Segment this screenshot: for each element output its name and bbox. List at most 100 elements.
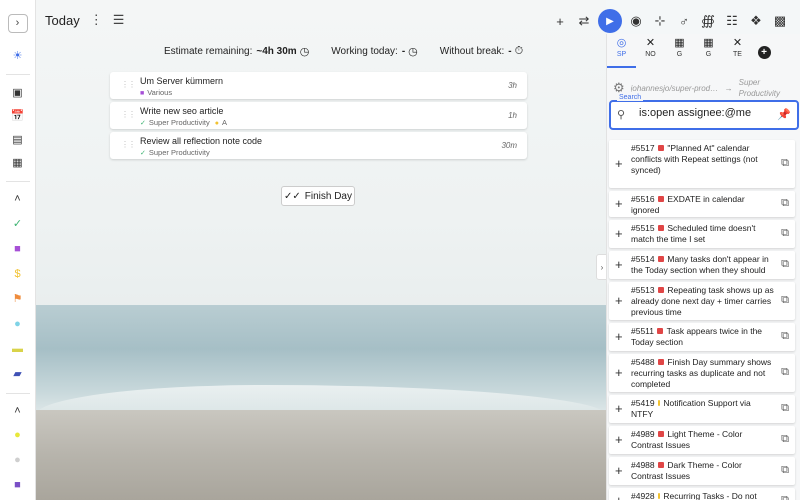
- tags-collapse-button[interactable]: ˄: [6, 402, 30, 421]
- issue-number: #5514: [631, 254, 655, 264]
- task-item[interactable]: ⋮⋮ Um Server kümmern ■ Various 3h: [110, 72, 527, 99]
- drag-handle-icon[interactable]: ⋮⋮: [121, 80, 136, 89]
- tab-provider-3[interactable]: ▦ G: [694, 36, 723, 68]
- open-external-icon[interactable]: ⧉: [781, 294, 789, 307]
- task-estimate: 30m: [501, 141, 517, 150]
- issue-item: + #5511 Task appears twice in the Today s…: [609, 323, 795, 351]
- add-issue-button[interactable]: +: [615, 329, 623, 344]
- task-tag[interactable]: ✓ Super Productivity: [140, 118, 210, 127]
- clock-icon: ◷: [299, 46, 310, 58]
- tab-provider-2[interactable]: ▦ G: [665, 36, 694, 68]
- add-issue-button[interactable]: +: [615, 226, 623, 241]
- more-vert-icon[interactable]: ⋮: [90, 12, 103, 28]
- issue-item: + #4928 Recurring Tasks - Do not ⧉: [609, 488, 795, 500]
- sidebar-item-planner[interactable]: ▤: [6, 130, 30, 149]
- add-issue-button[interactable]: +: [615, 196, 623, 211]
- sidebar-item-inbox[interactable]: ▣: [6, 83, 30, 102]
- add-issue-button[interactable]: +: [615, 432, 623, 447]
- sidebar-item-project-2[interactable]: $: [6, 264, 30, 284]
- play-icon[interactable]: ▶: [598, 9, 622, 33]
- open-external-icon[interactable]: ⧉: [781, 197, 789, 210]
- page-title: Today: [45, 12, 80, 28]
- tab-provider-label: TE: [733, 51, 742, 58]
- sidebar-item-boards[interactable]: ▦: [6, 154, 30, 173]
- sidebar-item-tag-2[interactable]: ■: [6, 475, 30, 495]
- task-tag[interactable]: ✓ Super Productivity: [140, 148, 210, 157]
- open-external-icon[interactable]: ⧉: [781, 258, 789, 271]
- sidebar-item-project-5[interactable]: ▬: [6, 339, 30, 359]
- boards-icon: ▦: [12, 157, 23, 170]
- chevron-right-icon: ›: [15, 17, 20, 30]
- tab-provider-0[interactable]: ◎ SP: [607, 36, 636, 68]
- planner-icon: ▤: [12, 133, 23, 146]
- github-icon: ◎: [616, 37, 627, 49]
- sidebar-item-tag-1[interactable]: ●: [6, 450, 30, 470]
- sidebar-item-project-6[interactable]: ▰: [6, 364, 30, 384]
- sidebar-item-tag-0[interactable]: ●: [6, 425, 30, 445]
- calendar-sync-icon[interactable]: ☷: [720, 10, 744, 32]
- open-external-icon[interactable]: ⧉: [781, 366, 789, 379]
- sidebar-item-today[interactable]: ☀: [6, 47, 30, 66]
- task-tag[interactable]: ● A: [215, 118, 227, 127]
- divider: [5, 181, 30, 183]
- check-icon: ✓: [140, 120, 146, 127]
- task-tag-label: Various: [147, 88, 173, 97]
- add-issue-button[interactable]: +: [615, 257, 623, 272]
- open-external-icon[interactable]: ⧉: [781, 227, 789, 240]
- issue-label: [658, 256, 665, 262]
- issue-title: #5517 "Planned At" calendar conflicts wi…: [631, 143, 775, 176]
- check-icon: ✓: [140, 150, 146, 157]
- sidebar-toggle-button[interactable]: ›: [7, 14, 28, 33]
- add-issue-button[interactable]: +: [615, 365, 623, 380]
- chat-icon[interactable]: ▩: [768, 10, 792, 32]
- search-input[interactable]: [639, 107, 774, 119]
- sidebar-item-schedule[interactable]: 📅: [6, 107, 30, 126]
- pin-icon[interactable]: 📌: [777, 108, 791, 121]
- issue-number: #4988: [631, 460, 655, 470]
- add-provider-button[interactable]: +: [754, 36, 774, 68]
- focus-mode-icon[interactable]: ◉: [624, 10, 648, 32]
- issue-item: + #5513 Repeating task shows up as alread…: [609, 282, 795, 320]
- drag-handle-icon[interactable]: ⋮⋮: [121, 110, 136, 119]
- open-external-icon[interactable]: ⧉: [781, 330, 789, 343]
- add-issue-button[interactable]: +: [615, 156, 623, 171]
- issue-label: [658, 359, 665, 365]
- stretch-icon[interactable]: ∰: [696, 10, 720, 32]
- sync-off-icon[interactable]: ⇄: [572, 10, 596, 32]
- add-issue-button[interactable]: +: [615, 401, 623, 416]
- tab-provider-4[interactable]: ✕ TE: [723, 36, 752, 68]
- open-external-icon[interactable]: ⧉: [781, 433, 789, 446]
- task-item[interactable]: ⋮⋮ Write new seo article ✓ Super Productivi…: [110, 102, 527, 129]
- open-external-icon[interactable]: ⧉: [781, 494, 789, 500]
- tab-provider-1[interactable]: ✕ NO: [636, 36, 665, 68]
- filter-icon[interactable]: ☰: [113, 12, 125, 28]
- issue-number: #5513: [631, 285, 655, 295]
- search-field[interactable]: Search ⚲ 📌: [609, 94, 799, 130]
- plugin-icon[interactable]: ❖: [744, 10, 768, 32]
- chevron-up-icon: ˄: [14, 404, 21, 417]
- task-tag-label: Super Productivity: [148, 118, 210, 127]
- finish-day-button[interactable]: ✓✓ Finish Day: [281, 186, 355, 206]
- meditate-icon[interactable]: ♂: [672, 10, 696, 32]
- calendar-icon: ▦: [703, 37, 714, 49]
- open-external-icon[interactable]: ⧉: [781, 402, 789, 415]
- projects-collapse-button[interactable]: ˄: [6, 190, 30, 209]
- open-external-icon[interactable]: ⧉: [781, 157, 789, 170]
- plus-icon[interactable]: +: [548, 10, 572, 32]
- walk-icon[interactable]: ⊹: [648, 10, 672, 32]
- add-issue-button[interactable]: +: [615, 293, 623, 308]
- drag-handle-icon[interactable]: ⋮⋮: [121, 140, 136, 149]
- open-external-icon[interactable]: ⧉: [781, 464, 789, 477]
- task-tag[interactable]: ■ Various: [140, 88, 172, 97]
- sidebar-item-project-3[interactable]: ⚑: [6, 289, 30, 309]
- sidebar-item-project-1[interactable]: ■: [6, 239, 30, 259]
- sidebar-item-project-0[interactable]: ✓: [6, 214, 30, 234]
- issue-item: + #5488 Finish Day summary shows recurrin…: [609, 354, 795, 392]
- add-issue-button[interactable]: +: [615, 493, 623, 500]
- sidebar-item-project-4[interactable]: ●: [6, 314, 30, 334]
- add-issue-button[interactable]: +: [615, 463, 623, 478]
- task-item[interactable]: ⋮⋮ Review all reflection note code ✓ Super …: [110, 132, 527, 159]
- beach: [36, 410, 606, 500]
- chat-icon: ■: [14, 479, 21, 492]
- issue-panel: ◎ SP ✕ NO ▦ G ▦ G ✕ TE + ⚙ johannesjo/super-produc…: [606, 34, 800, 500]
